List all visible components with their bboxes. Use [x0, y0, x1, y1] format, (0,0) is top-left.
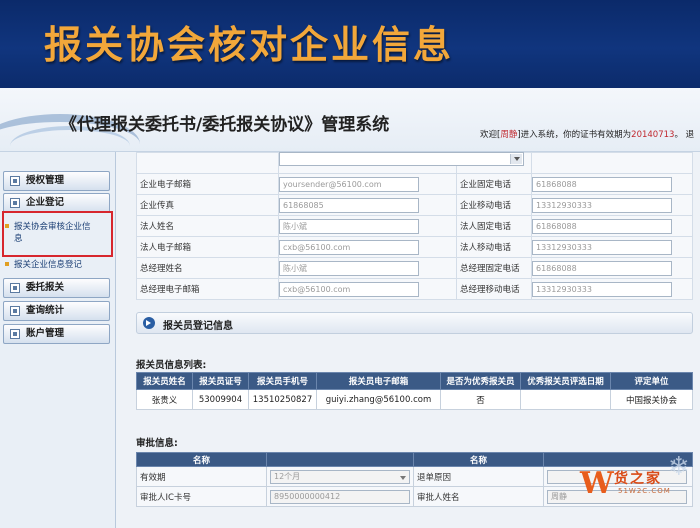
welcome-prefix: 欢迎[ — [480, 130, 501, 140]
bullet-icon — [5, 262, 9, 266]
sidebar-item-authorization[interactable]: 授权管理 — [3, 171, 110, 191]
slide-title: 报关协会核对企业信息 — [44, 23, 455, 67]
field-label: 企业传真 — [136, 194, 279, 216]
watermark-glyph: W — [580, 466, 614, 501]
column-header: 报关员电子邮箱 — [316, 372, 441, 390]
section-title: 报关员登记信息 — [163, 321, 233, 332]
field-label: 退单原因 — [413, 466, 544, 487]
user-name-link[interactable]: 周静 — [500, 130, 517, 140]
sidebar-item-label: 委托报关 — [26, 282, 65, 293]
chevron-down-icon — [510, 154, 522, 164]
watermark-logo: ❄ W 货之家 51W2C.COM — [578, 446, 698, 526]
column-header: 名称 — [413, 452, 544, 467]
field-label: 法人移动电话 — [456, 236, 532, 258]
column-header: 是否为优秀报关员 — [440, 372, 521, 390]
sidebar: 授权管理 企业登记 委托报关 查询统计 账户管理 — [0, 152, 116, 528]
field-label: 企业固定电话 — [456, 173, 532, 195]
column-header: 优秀报关员评选日期 — [520, 372, 611, 390]
welcome-mid: ]进入系统，你的证书有效期为 — [517, 130, 632, 140]
menu-icon — [10, 198, 20, 208]
field-label: 总经理姓名 — [136, 257, 279, 279]
sidebar-item-query-statistics[interactable]: 查询统计 — [3, 301, 110, 321]
table-cell: 张贵义 — [136, 389, 193, 410]
sidebar-item-entrusted-declaration[interactable]: 委托报关 — [3, 278, 110, 298]
field-label: 企业电子邮箱 — [136, 173, 279, 195]
declarant-section-header[interactable]: 报关员登记信息 — [136, 312, 693, 334]
table-cell: 53009904 — [192, 389, 249, 410]
column-header: 报关员姓名 — [136, 372, 193, 390]
company-fax-input[interactable]: 61868085 — [279, 197, 419, 213]
subitem-label-line1: 报关协会审核企业信 — [14, 222, 91, 232]
welcome-message: 欢迎[周静]进入系统，你的证书有效期为20140713。 退 — [480, 128, 694, 140]
legal-rep-email-input[interactable]: cxb@56100.com — [279, 239, 419, 255]
field-label: 审批人IC卡号 — [136, 486, 267, 507]
sidebar-item-label: 账户管理 — [26, 328, 65, 339]
field-label: 企业移动电话 — [456, 194, 532, 216]
play-circle-icon — [143, 317, 155, 329]
gm-mobile-input[interactable]: 13312930333 — [532, 281, 672, 297]
welcome-suffix-logout[interactable]: 。 退 — [674, 130, 694, 140]
field-label: 法人姓名 — [136, 215, 279, 237]
sidebar-item-company-registration[interactable]: 企业登记 — [3, 193, 110, 213]
approver-ic-card-input[interactable]: 8950000000412 — [270, 489, 410, 504]
field-label: 总经理固定电话 — [456, 257, 532, 279]
company-landline-input[interactable]: 61868088 — [532, 176, 672, 192]
sidebar-item-account-management[interactable]: 账户管理 — [3, 324, 110, 344]
snowflake-icon: ❄ — [668, 452, 690, 482]
bullet-icon — [5, 224, 9, 228]
field-label: 法人固定电话 — [456, 215, 532, 237]
field-label: 总经理移动电话 — [456, 278, 532, 300]
field-label: 有效期 — [136, 466, 267, 487]
column-header: 名称 — [136, 452, 267, 467]
declarant-list-table: 报关员姓名 报关员证号 报关员手机号 报关员电子邮箱 是否为优秀报关员 优秀报关… — [136, 372, 693, 410]
sidebar-item-label: 查询统计 — [26, 305, 65, 316]
menu-icon — [10, 283, 20, 293]
subitem-label-line1: 报关企业信息登记 — [14, 260, 83, 270]
field-label: 审批人姓名 — [413, 486, 544, 507]
cert-expiry-date: 20140713 — [631, 130, 675, 140]
declarant-list-heading: 报关员信息列表: — [136, 360, 207, 371]
gm-landline-input[interactable]: 61868088 — [532, 260, 672, 276]
menu-icon — [10, 176, 20, 186]
sidebar-subitem-association-review[interactable]: 报关协会审核企业信 息 — [5, 221, 91, 245]
field-label: 总经理电子邮箱 — [136, 278, 279, 300]
top-dropdown-select[interactable] — [279, 152, 524, 166]
subitem-label-line2: 息 — [14, 234, 23, 244]
legal-rep-name-input[interactable]: 陈小斌 — [279, 218, 419, 234]
column-header: 报关员手机号 — [248, 372, 317, 390]
table-cell: 13510250827 — [248, 389, 317, 410]
company-mobile-input[interactable]: 13312930333 — [532, 197, 672, 213]
sidebar-item-label: 授权管理 — [26, 175, 65, 186]
validity-period-select[interactable]: 12个月 — [270, 469, 410, 484]
menu-icon — [10, 329, 20, 339]
table-row: 张贵义 53009904 13510250827 guiyi.zhang@561… — [136, 389, 693, 410]
table-cell: 否 — [440, 389, 521, 410]
watermark-text: 货之家 — [614, 471, 662, 487]
column-header: 报关员证号 — [192, 372, 249, 390]
company-info-form: 企业电子邮箱 yoursender@56100.com 企业固定电话 61868… — [136, 152, 693, 300]
slide-header: 报关协会核对企业信息 — [0, 0, 700, 88]
company-email-input[interactable]: yoursender@56100.com — [279, 176, 419, 192]
system-header: 《代理报关委托书/委托报关协议》管理系统 欢迎[周静]进入系统，你的证书有效期为… — [0, 88, 700, 152]
legal-rep-mobile-input[interactable]: 13312930333 — [532, 239, 672, 255]
system-title: 《代理报关委托书/委托报关协议》管理系统 — [60, 115, 390, 135]
table-cell: guiyi.zhang@56100.com — [316, 389, 441, 410]
approval-heading: 审批信息: — [136, 438, 178, 449]
column-header: 评定单位 — [610, 372, 693, 390]
gm-name-input[interactable]: 陈小斌 — [279, 260, 419, 276]
gm-email-input[interactable]: cxb@56100.com — [279, 281, 419, 297]
table-cell — [520, 389, 611, 410]
menu-icon — [10, 306, 20, 316]
watermark-url: 51W2C.COM — [618, 487, 671, 495]
table-cell: 中国报关协会 — [610, 389, 693, 410]
legal-rep-landline-input[interactable]: 61868088 — [532, 218, 672, 234]
field-label: 法人电子邮箱 — [136, 236, 279, 258]
sidebar-subitem-company-info-registration[interactable]: 报关企业信息登记 — [5, 259, 83, 271]
sidebar-item-label: 企业登记 — [26, 197, 65, 208]
